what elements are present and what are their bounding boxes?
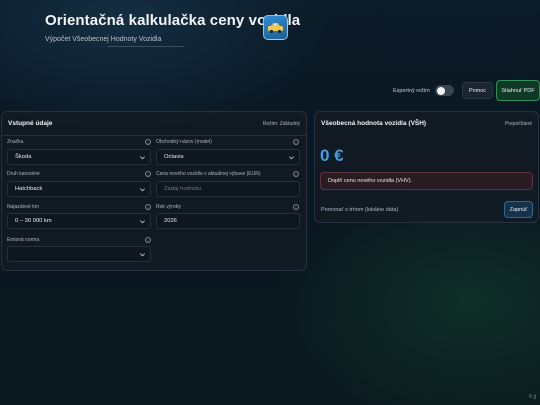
body-select[interactable]: Hatchback xyxy=(7,181,151,197)
toggle-knob xyxy=(436,86,445,95)
mileage-select[interactable]: 0 – 30 000 km xyxy=(7,213,151,229)
body-value: Hatchback xyxy=(15,186,43,192)
year-input[interactable]: 2026 xyxy=(156,213,300,229)
result-card-title: Všeobecná hodnota vozidla (VŠH) xyxy=(321,120,427,127)
app-subtitle: Výpočet Všeobecnej Hodnoty Vozidla xyxy=(45,36,162,43)
brand-label: Značka xyxy=(7,139,24,145)
model-value: Octavia xyxy=(164,154,184,160)
chevron-down-icon xyxy=(140,253,145,257)
price-placeholder: Zadaj hodnotu xyxy=(164,186,202,192)
brand-value: Škoda xyxy=(15,154,32,160)
chevron-down-icon xyxy=(140,156,145,160)
toolbar: Expertný režim Pomoc Stiahnuť PDF xyxy=(0,80,540,102)
emission-label: Emisná norma xyxy=(7,237,40,243)
year-label: Rok výroby xyxy=(156,204,182,210)
expert-mode-label: Expertný režim xyxy=(393,88,430,94)
download-pdf-button[interactable]: Stiahnuť PDF xyxy=(496,80,540,101)
info-icon[interactable]: i xyxy=(145,139,151,145)
chevron-down-icon xyxy=(140,188,145,192)
inputs-card-title: Vstupné údaje xyxy=(8,120,53,127)
enable-compare-button[interactable]: Zapnúť xyxy=(504,201,533,218)
mileage-value: 0 – 30 000 km xyxy=(15,218,52,224)
model-select[interactable]: Octavia xyxy=(156,149,300,165)
mileage-label: Najazdené km xyxy=(7,204,39,210)
card-divider xyxy=(2,135,306,136)
body-label: Druh karosérie xyxy=(7,171,40,177)
missing-price-alert: Doplň cenu nového vozidla (VHV). xyxy=(320,172,533,190)
chevron-down-icon xyxy=(140,220,145,224)
chevron-down-icon xyxy=(289,156,294,160)
car-logo-icon xyxy=(263,15,288,40)
info-icon[interactable]: i xyxy=(293,139,299,145)
info-icon[interactable]: i xyxy=(145,237,151,243)
info-icon[interactable]: i xyxy=(145,204,151,210)
price-input[interactable]: Zadaj hodnotu xyxy=(156,181,300,197)
model-label: Obchodný názov (model) xyxy=(156,139,212,145)
info-icon[interactable]: i xyxy=(293,204,299,210)
app-title: Orientačná kalkulačka ceny vozidla xyxy=(45,12,301,29)
market-compare-label: Porovnať s trhom (lokálne dáta) xyxy=(321,207,399,213)
app-header: Orientačná kalkulačka ceny vozidla Výpoč… xyxy=(45,12,300,43)
help-button[interactable]: Pomoc xyxy=(462,82,493,99)
info-icon[interactable]: i xyxy=(145,171,151,177)
info-icon[interactable]: i xyxy=(293,171,299,177)
emission-select[interactable] xyxy=(7,246,151,262)
year-value: 2026 xyxy=(164,218,177,224)
recalculated-label: Prepočítané xyxy=(505,121,532,127)
car-icon xyxy=(268,23,283,34)
brand-select[interactable]: Škoda xyxy=(7,149,151,165)
mode-label: Režim: Základný xyxy=(262,121,300,127)
title-divider xyxy=(108,46,184,47)
vsh-value: 0 € xyxy=(320,146,344,165)
expert-mode-toggle[interactable] xyxy=(435,85,454,96)
footer-mark: © jj xyxy=(528,394,536,400)
price-label: Cena nového vozidla v aktuálnej výbave (… xyxy=(156,171,261,177)
